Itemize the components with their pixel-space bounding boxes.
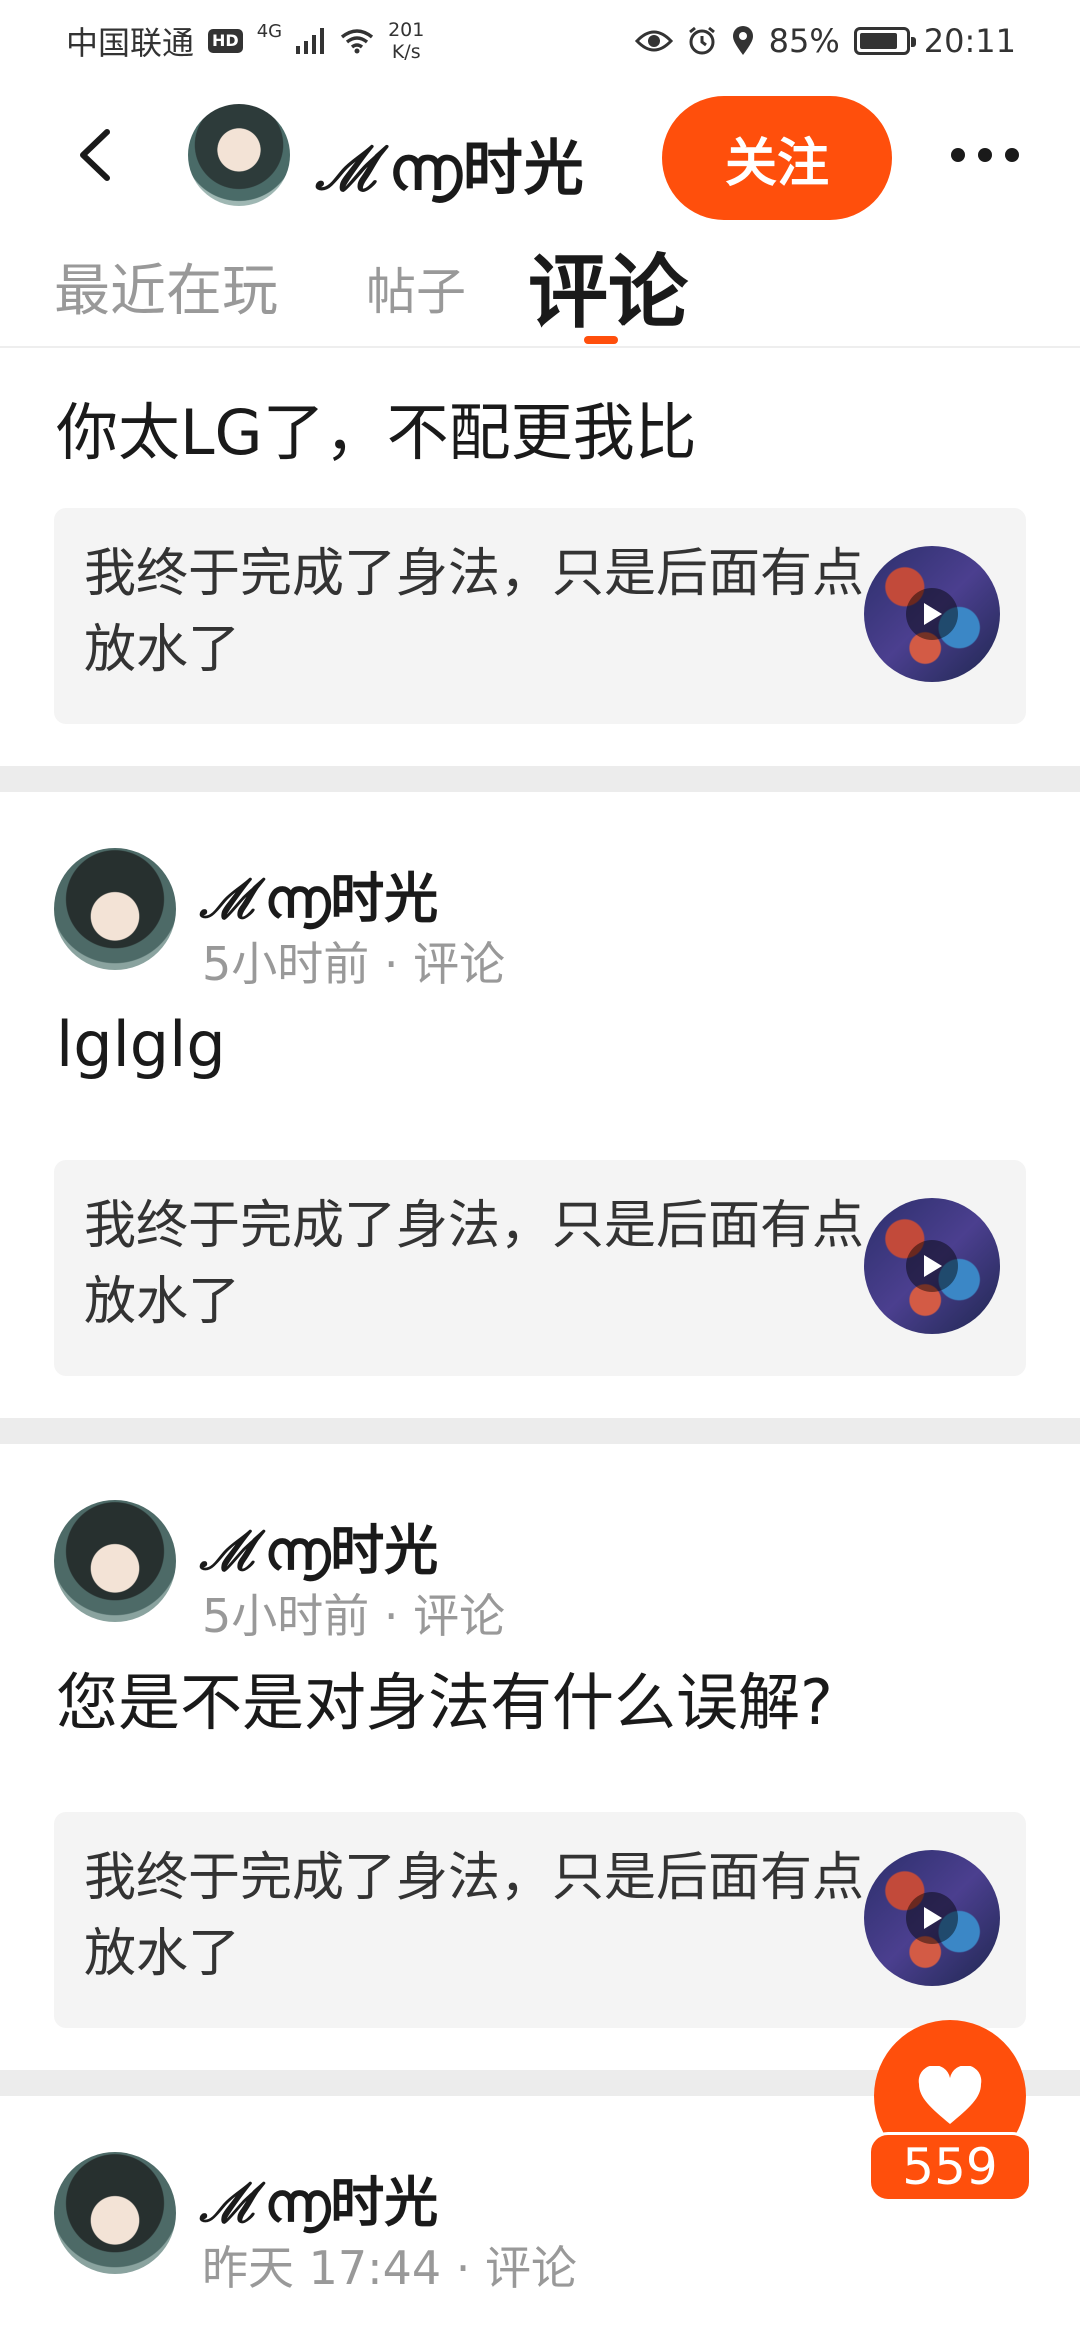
battery-percent: 85% [768, 22, 840, 60]
play-icon [906, 1240, 958, 1292]
tab-recently-played[interactable]: 最近在玩 [54, 246, 278, 327]
comment-author: ℳ൬时光 昨天 17:44 · 评论 [54, 2152, 954, 2295]
quoted-post-text: 我终于完成了身法，只是后面有点放水了 [84, 544, 865, 680]
active-tab-indicator [584, 336, 618, 344]
play-icon [906, 1892, 958, 1944]
back-arrow-icon [80, 129, 110, 181]
quoted-post-text: 我终于完成了身法，只是后面有点放水了 [84, 1196, 865, 1332]
profile-username: ℳ൬时光 [316, 134, 585, 204]
author-name[interactable]: ℳ൬时光 [200, 2158, 438, 2237]
comment-text[interactable]: 你太LG了，不配更我比 [56, 382, 697, 472]
comment-author: ℳ൬时光 5小时前 · 评论 [54, 848, 954, 991]
network-speed: 201 K/s [388, 19, 424, 63]
quoted-post[interactable]: 我终于完成了身法，只是后面有点放水了 [54, 1160, 1026, 1376]
location-icon [732, 26, 753, 55]
wifi-icon [341, 29, 374, 54]
status-right: 85% 20:11 [634, 22, 1016, 60]
signal-icon [296, 28, 325, 54]
play-icon [906, 588, 958, 640]
back-button[interactable] [68, 128, 122, 182]
heart-icon [918, 2066, 982, 2124]
hd-badge: HD [208, 29, 243, 53]
comment-meta: 5小时前 · 评论 [202, 1589, 506, 1643]
avatar[interactable] [54, 848, 176, 970]
video-thumbnail[interactable] [864, 546, 1000, 682]
alarm-icon [688, 26, 715, 55]
network-label: 4G [256, 20, 283, 42]
comment-card: ℳ൬时光 5小时前 · 评论 lglglg 我终于完成了身法，只是后面有点放水了 [0, 792, 1080, 1418]
clock: 20:11 [923, 22, 1016, 60]
profile-avatar[interactable] [188, 104, 290, 206]
like-count: 559 [868, 2132, 1032, 2202]
author-name[interactable]: ℳ൬时光 [200, 854, 438, 933]
quoted-post[interactable]: 我终于完成了身法，只是后面有点放水了 [54, 508, 1026, 724]
comment-text[interactable]: 您是不是对身法有什么误解? [56, 1652, 833, 1742]
video-thumbnail[interactable] [864, 1198, 1000, 1334]
battery-icon [853, 27, 916, 55]
speed-value: 201 [388, 19, 425, 41]
section-divider [0, 766, 1080, 792]
quoted-post-text: 我终于完成了身法，只是后面有点放水了 [84, 1848, 865, 1984]
comment-card: ℳ൬时光 5小时前 · 评论 您是不是对身法有什么误解? 我终于完成了身法，只是… [0, 1444, 1080, 2070]
section-divider [0, 1418, 1080, 1444]
video-thumbnail[interactable] [864, 1850, 1000, 1986]
eye-icon [634, 30, 673, 52]
more-dots-icon [951, 148, 1019, 162]
profile-header: ℳ൬时光 关注 [0, 90, 1080, 220]
follow-button[interactable]: 关注 [662, 96, 892, 220]
status-bar: 中国联通 HD 4G 201 K/s 85% 20:11 [0, 0, 1080, 82]
author-name[interactable]: ℳ൬时光 [200, 1506, 438, 1585]
comment-meta: 5小时前 · 评论 [202, 937, 506, 991]
profile-tabs: 最近在玩 帖子 评论 [0, 220, 1080, 348]
comment-text[interactable]: lglglg [56, 1008, 226, 1081]
battery-fill [859, 33, 898, 49]
more-button[interactable] [950, 130, 1020, 180]
comment-meta: 昨天 17:44 · 评论 [202, 2241, 578, 2295]
quoted-post[interactable]: 我终于完成了身法，只是后面有点放水了 [54, 1812, 1026, 2028]
carrier-label: 中国联通 [66, 24, 195, 62]
tab-posts[interactable]: 帖子 [366, 252, 466, 324]
avatar[interactable] [54, 1500, 176, 1622]
tab-comments[interactable]: 评论 [528, 228, 688, 344]
status-left: 中国联通 HD 4G 201 K/s [66, 18, 424, 64]
avatar[interactable] [54, 2152, 176, 2274]
comment-author: ℳ൬时光 5小时前 · 评论 [54, 1500, 954, 1643]
comment-card: 你太LG了，不配更我比 我终于完成了身法，只是后面有点放水了 [0, 350, 1080, 766]
speed-unit: K/s [391, 41, 421, 63]
